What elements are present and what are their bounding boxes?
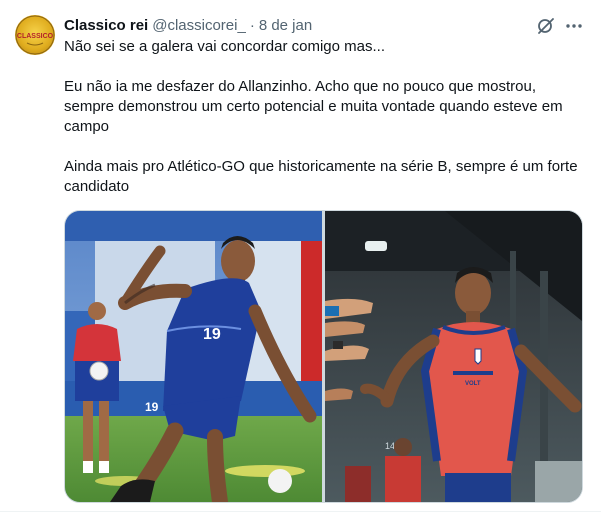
more-options-button[interactable] <box>564 16 584 36</box>
media-photo-right[interactable]: 1445 <box>325 211 582 502</box>
tweet-paragraph: Ainda mais pro Atlético-GO que historica… <box>64 158 578 195</box>
author-handle[interactable]: @classicorei_ <box>152 17 246 34</box>
author-avatar[interactable]: CLASSICO <box>15 15 55 55</box>
media-photo-left[interactable]: 19 19 <box>65 211 322 502</box>
tweet-date[interactable]: 8 de jan <box>259 17 312 34</box>
tweet-media: 19 19 VOLT <box>64 210 583 503</box>
tweet[interactable]: CLASSICO Classico rei @classicorei_ · 8 … <box>0 0 601 517</box>
tweet-paragraph: Eu não ia me desfazer do Allanzinho. Ach… <box>64 78 563 135</box>
tweet-paragraph: Não sei se a galera vai concordar comigo… <box>64 38 385 55</box>
author-name[interactable]: Classico rei <box>64 17 148 34</box>
grok-button[interactable] <box>536 16 556 36</box>
grok-icon <box>538 18 554 34</box>
shirt-text: VOLT <box>465 381 481 387</box>
jersey-number: 19 <box>203 326 221 343</box>
tweet-divider <box>0 511 601 512</box>
tweet-header: Classico rei @classicorei_ · 8 de jan <box>64 14 312 36</box>
tweet-text: Não sei se a galera vai concordar comigo… <box>64 37 584 197</box>
header-separator: · <box>249 16 255 34</box>
shorts-number: 19 <box>145 400 159 414</box>
avatar-logo-text: CLASSICO <box>17 33 54 40</box>
more-icon <box>566 24 582 28</box>
